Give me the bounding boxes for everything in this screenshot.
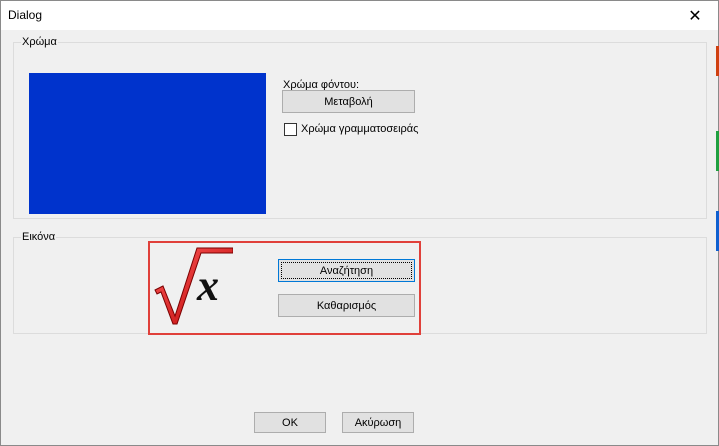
window-title: Dialog: [8, 8, 43, 22]
dialog-window: Dialog ✕ Χρώμα Χρώμα φόντου: Μεταβολή Χρ…: [0, 0, 719, 446]
close-button[interactable]: ✕: [672, 1, 718, 30]
image-group-label: Εικόνα: [21, 231, 57, 243]
title-bar[interactable]: Dialog ✕: [1, 1, 718, 30]
ok-button[interactable]: OK: [254, 412, 326, 433]
color-group-label: Χρώμα: [21, 36, 58, 48]
close-icon: ✕: [688, 7, 702, 25]
square-root-x-icon: x: [154, 247, 233, 325]
svg-text:x: x: [196, 261, 219, 310]
font-color-checkbox-row[interactable]: Χρώμα γραμματοσειράς: [284, 122, 418, 136]
font-color-checkbox-label: Χρώμα γραμματοσειράς: [301, 123, 419, 135]
clear-button[interactable]: Καθαρισμός: [278, 294, 415, 317]
font-color-checkbox[interactable]: [284, 122, 297, 136]
search-button[interactable]: Αναζήτηση: [278, 259, 415, 282]
change-color-button[interactable]: Μεταβολή: [282, 90, 415, 113]
cancel-button[interactable]: Ακύρωση: [342, 412, 414, 433]
color-swatch: [29, 73, 266, 214]
